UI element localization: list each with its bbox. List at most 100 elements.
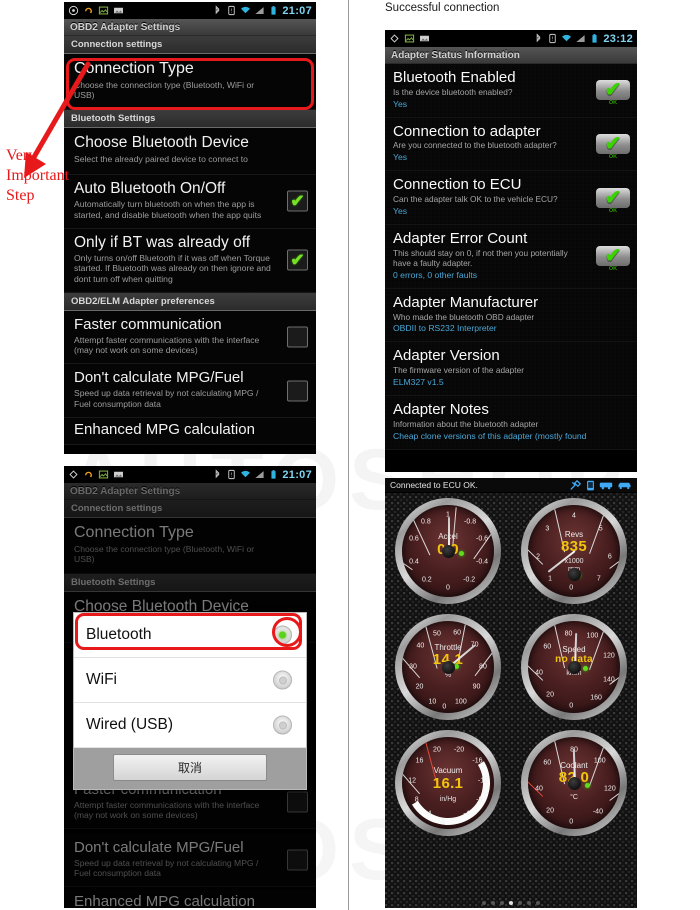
page-dot-active[interactable] xyxy=(509,901,513,905)
gauge-tick-label: 20 xyxy=(415,683,424,691)
panel-divider xyxy=(348,0,349,910)
pref-enhanced-mpg-calculation[interactable]: Enhanced MPG calculation xyxy=(64,417,316,445)
check-icon: ✔ xyxy=(604,245,622,268)
sim-icon: ! xyxy=(549,33,557,44)
pref-title: Only if BT was already off xyxy=(74,233,251,251)
ok-label: OK xyxy=(608,266,618,273)
status-bar-clock: 23:12 xyxy=(603,32,633,45)
status-bar-right-icons: ! 21:07 xyxy=(212,469,312,481)
pref-enhanced-mpg-calculation[interactable]: Enhanced MPG calculation xyxy=(64,890,316,908)
status-row-value: OBDII to RS232 Interpreter xyxy=(393,323,497,334)
phone-icon[interactable] xyxy=(586,480,595,491)
gauge-tick-label: 80 xyxy=(564,630,573,638)
gauge-throttle[interactable]: 10 20 30 40 50 60 70 80 90 100 0 Throttl… xyxy=(385,609,511,725)
gauge-bezel: 0 20 40 60 80 100 120 140 160 Speed no d… xyxy=(521,614,627,720)
checkbox-faster-communication[interactable] xyxy=(287,791,308,813)
gauge-vacuum[interactable]: 0 4 8 12 16 20 -20 -16 -12 -8 -4 Vacuum … xyxy=(385,725,511,841)
status-row-connection-to-adapter[interactable]: Connection to adapter Are you connected … xyxy=(385,117,637,172)
dashboard-header-icons xyxy=(569,479,632,491)
status-row-adapter-version[interactable]: Adapter Version The firmware version of … xyxy=(385,342,637,397)
gauge-accel[interactable]: 1 0.8 0.6 0.4 0.2 0 -0.2 -0.4 -0.6 -0.8 … xyxy=(385,493,511,609)
checkbox-faster-communication[interactable] xyxy=(287,326,308,348)
gauge-bezel: 0 4 8 12 16 20 -20 -16 -12 -8 -4 Vacuum … xyxy=(395,730,501,836)
radio-wired-usb[interactable] xyxy=(273,715,292,735)
checkbox-dont-calculate-mpg[interactable] xyxy=(287,849,308,871)
bluetooth-icon xyxy=(216,469,220,479)
checkbox-auto-bluetooth[interactable] xyxy=(287,190,308,212)
gauge-coolant[interactable]: 0 20 40 60 80 100 120 -40 Coolant 82.0 °… xyxy=(511,725,637,841)
page-dot[interactable] xyxy=(500,901,504,905)
pref-connection-type[interactable]: Connection Type Choose the connection ty… xyxy=(64,518,316,575)
pref-title: Faster communication xyxy=(74,316,222,334)
gauge-tick-label: 0 xyxy=(569,702,574,710)
status-row-value: Yes xyxy=(393,98,408,109)
ok-badge: ✔ OK xyxy=(596,187,630,214)
dialog-option-bluetooth[interactable]: Bluetooth xyxy=(74,613,306,658)
pref-dont-calculate-mpg-fuel[interactable]: Don't calculate MPG/Fuel Speed up data r… xyxy=(64,364,316,418)
ok-badge: ✔ OK xyxy=(596,80,630,106)
checkbox-dont-calculate-mpg[interactable] xyxy=(287,380,308,402)
satellite-icon[interactable] xyxy=(569,479,582,491)
radio-bluetooth[interactable] xyxy=(273,625,292,645)
torque-dashboard: Connected to ECU OK. 1 0.8 0.6 0.4 0.2 0… xyxy=(385,478,637,908)
section-header-bluetooth-settings: Bluetooth Settings xyxy=(64,574,316,593)
gauge-tick-label: 16 xyxy=(415,757,424,765)
ok-badge: ✔ OK xyxy=(596,245,630,272)
gallery-icon xyxy=(98,6,109,15)
signal-icon xyxy=(255,471,264,478)
dialog-option-wifi[interactable]: WiFi xyxy=(74,658,306,703)
status-row-adapter-error-count[interactable]: Adapter Error Count This should stay on … xyxy=(385,225,637,289)
gauge-tick-label: 100 xyxy=(586,632,599,640)
page-dot[interactable] xyxy=(518,901,522,905)
page-dot[interactable] xyxy=(482,901,486,905)
ok-badge: ✔ OK xyxy=(596,134,630,160)
status-row-title: Bluetooth Enabled xyxy=(393,69,516,86)
gauge-revs[interactable]: 0 1 2 3 4 5 6 7 Revs 835 x1000 rpm xyxy=(511,493,637,609)
page-dot[interactable] xyxy=(536,901,540,905)
pref-title: Enhanced MPG calculation xyxy=(74,420,255,438)
status-bar-clock: 21:07 xyxy=(282,468,312,481)
status-row-value: 0 errors, 0 other faults xyxy=(393,269,478,280)
gauge-tick-label: 50 xyxy=(433,630,441,638)
gauge-face: 1 0.8 0.6 0.4 0.2 0 -0.2 -0.4 -0.6 -0.8 … xyxy=(402,505,494,597)
gauge-speed[interactable]: 0 20 40 60 80 100 120 140 160 Speed no d… xyxy=(511,609,637,725)
dashboard-status-bar: Connected to ECU OK. xyxy=(385,478,637,493)
action-bar: OBD2 Adapter Settings xyxy=(64,19,316,36)
status-row-adapter-notes[interactable]: Adapter Notes Information about the blue… xyxy=(385,396,637,450)
page-dot[interactable] xyxy=(491,901,495,905)
status-row-connection-to-ecu[interactable]: Connection to ECU Can the adapter talk O… xyxy=(385,171,637,226)
gauge-tick-label: 0.4 xyxy=(409,558,419,566)
pref-faster-communication[interactable]: Faster communication Attempt faster comm… xyxy=(64,311,316,365)
pref-only-if-bt-was-already-off[interactable]: Only if BT was already off Only turns on… xyxy=(64,228,316,294)
cancel-button[interactable]: 取消 xyxy=(112,754,268,781)
car-front-icon[interactable] xyxy=(617,480,632,490)
gauge-tick-label: 0 xyxy=(569,584,574,592)
status-bar-left-icons xyxy=(68,469,124,480)
sim-icon: ! xyxy=(228,469,236,480)
gauge-tick-label: 0 xyxy=(569,818,574,826)
status-row-bluetooth-enabled[interactable]: Bluetooth Enabled Is the device bluetoot… xyxy=(385,64,637,118)
pref-dont-calculate-mpg-fuel[interactable]: Don't calculate MPG/Fuel Speed up data r… xyxy=(64,834,316,888)
gauge-tick-label: 20 xyxy=(546,691,554,699)
svg-text:!: ! xyxy=(231,473,233,479)
wifi-icon xyxy=(241,470,251,478)
image-icon xyxy=(420,35,429,42)
gauge-face: 0 1 2 3 4 5 6 7 Revs 835 x1000 rpm xyxy=(528,505,620,597)
radio-wifi[interactable] xyxy=(273,670,292,690)
dialog-option-label: Wired (USB) xyxy=(86,716,173,733)
gauge-led-indicator xyxy=(454,664,460,670)
status-row-desc: Who made the bluetooth OBD adapter xyxy=(393,311,535,322)
gauge-tick-label: 20 xyxy=(546,807,554,815)
gauge-hub xyxy=(567,660,581,674)
status-row-title: Connection to adapter xyxy=(393,122,541,140)
target-icon xyxy=(68,5,79,16)
car-side-icon[interactable] xyxy=(599,480,613,490)
status-row-desc: Can the adapter talk OK to the vehicle E… xyxy=(393,194,558,205)
pref-summary: Choose the connection type (Bluetooth, W… xyxy=(74,543,255,565)
status-row-title: Connection to ECU xyxy=(393,176,522,194)
screenshot-root: AUTOSHOP AUTOSHOP ! 21:07 OBD2 Adapter S… xyxy=(0,0,700,910)
page-dot[interactable] xyxy=(527,901,531,905)
dialog-option-wired-usb[interactable]: Wired (USB) xyxy=(74,703,306,748)
status-row-adapter-manufacturer[interactable]: Adapter Manufacturer Who made the blueto… xyxy=(385,288,637,343)
checkbox-only-if-bt-off[interactable] xyxy=(287,249,308,271)
